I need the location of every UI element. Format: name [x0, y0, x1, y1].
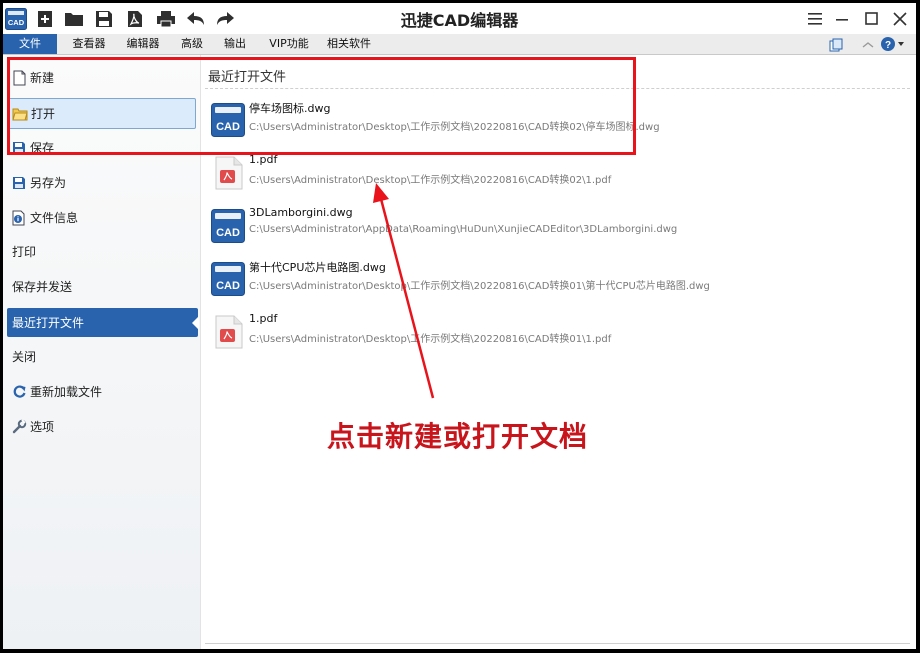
annotation-text: 点击新建或打开文档	[327, 420, 589, 453]
annotation-arrow	[373, 183, 435, 399]
app-window: CAD 迅捷CAD编辑器 文件 查看器 编辑器 高级 输出 VIP功能 相关软件…	[3, 3, 916, 649]
